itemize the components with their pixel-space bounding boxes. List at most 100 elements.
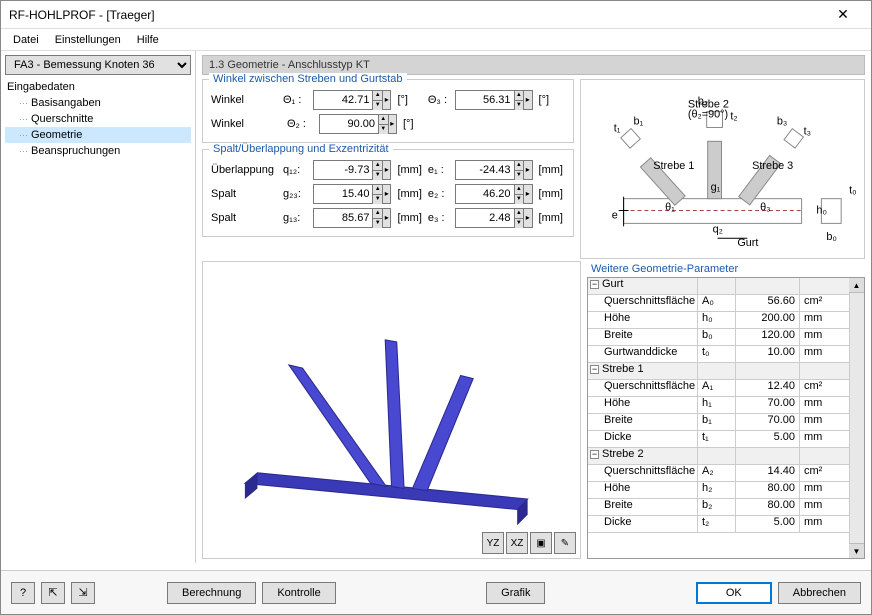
collapse-icon[interactable]: − xyxy=(590,280,599,289)
value-field[interactable] xyxy=(314,185,372,203)
section-header[interactable]: −Gurt xyxy=(588,278,849,295)
param-label: Breite xyxy=(588,329,698,345)
param-value: 200.00 xyxy=(736,312,800,328)
spin-extra-icon[interactable]: ▸ xyxy=(523,161,531,179)
menu-help[interactable]: Hilfe xyxy=(129,32,167,48)
spin-extra-icon[interactable]: ▸ xyxy=(382,91,390,109)
spin-down-icon[interactable]: ▼ xyxy=(514,101,524,110)
spin-extra-icon[interactable]: ▸ xyxy=(523,185,531,203)
help-icon[interactable]: ? xyxy=(11,582,35,604)
group-gap: Spalt/Überlappung und Exzentrizität Über… xyxy=(202,149,574,237)
value-field[interactable] xyxy=(320,115,378,133)
param-unit: mm xyxy=(800,516,849,532)
tree-item-geometrie[interactable]: Geometrie xyxy=(5,127,191,143)
graphic-button[interactable]: Grafik xyxy=(486,582,545,604)
param-symbol: t₂ xyxy=(698,516,736,532)
tree-item-querschnitte[interactable]: Querschnitte xyxy=(5,111,191,127)
section-header[interactable]: −Strebe 2 xyxy=(588,448,849,465)
value-field[interactable] xyxy=(314,91,372,109)
spin-input[interactable]: ▲▼▸ xyxy=(455,208,533,228)
scroll-down-icon[interactable]: ▼ xyxy=(849,543,864,558)
svg-text:θ₁: θ₁ xyxy=(665,202,675,214)
value-field[interactable] xyxy=(456,91,514,109)
spin-input[interactable]: ▲▼▸ xyxy=(313,208,391,228)
render-3d[interactable]: YZ XZ ▣ ✎ xyxy=(202,261,581,559)
view-tool-button[interactable]: ✎ xyxy=(554,532,576,554)
spin-input[interactable]: ▲▼▸ xyxy=(313,90,391,110)
ok-button[interactable]: OK xyxy=(696,582,772,604)
scroll-up-icon[interactable]: ▲ xyxy=(849,278,864,293)
spin-down-icon[interactable]: ▼ xyxy=(514,219,524,228)
spin-extra-icon[interactable]: ▸ xyxy=(523,209,531,227)
param-value: 70.00 xyxy=(736,414,800,430)
row-unit: [mm] xyxy=(395,212,423,224)
cancel-button[interactable]: Abbrechen xyxy=(778,582,861,604)
import-icon[interactable]: ⇲ xyxy=(71,582,95,604)
close-icon[interactable]: ✕ xyxy=(823,6,863,23)
params-table[interactable]: −GurtQuerschnittsflächeA₀56.60cm²Höheh₀2… xyxy=(587,277,865,559)
param-label: Dicke xyxy=(588,516,698,532)
spin-input[interactable]: ▲▼▸ xyxy=(455,160,533,180)
spin-input[interactable]: ▲▼▸ xyxy=(455,184,533,204)
spin-extra-icon[interactable]: ▸ xyxy=(388,115,396,133)
spin-down-icon[interactable]: ▼ xyxy=(378,125,388,134)
case-combo[interactable]: FA3 - Bemessung Knoten 36 xyxy=(5,55,191,75)
value-field[interactable] xyxy=(456,209,514,227)
value-field[interactable] xyxy=(456,161,514,179)
row-label: Winkel xyxy=(211,118,283,130)
view-yz-button[interactable]: YZ xyxy=(482,532,504,554)
spin-up-icon[interactable]: ▲ xyxy=(372,209,382,219)
param-unit: mm xyxy=(800,431,849,447)
spin-input[interactable]: ▲▼▸ xyxy=(313,184,391,204)
spin-up-icon[interactable]: ▲ xyxy=(514,185,524,195)
spin-up-icon[interactable]: ▲ xyxy=(372,185,382,195)
spin-down-icon[interactable]: ▼ xyxy=(372,171,382,180)
export-icon[interactable]: ⇱ xyxy=(41,582,65,604)
param-unit: cm² xyxy=(800,295,849,311)
param-label: Höhe xyxy=(588,482,698,498)
spin-down-icon[interactable]: ▼ xyxy=(514,171,524,180)
menu-file[interactable]: Datei xyxy=(5,32,47,48)
tree-item-basisangaben[interactable]: Basisangaben xyxy=(5,95,191,111)
tree-root[interactable]: Eingabedaten xyxy=(5,79,191,95)
spin-up-icon[interactable]: ▲ xyxy=(514,209,524,219)
spin-extra-icon[interactable]: ▸ xyxy=(523,91,531,109)
row-unit2: [°] xyxy=(537,94,565,106)
spin-up-icon[interactable]: ▲ xyxy=(514,161,524,171)
param-symbol: A₁ xyxy=(698,380,736,396)
menu-settings[interactable]: Einstellungen xyxy=(47,32,129,48)
check-button[interactable]: Kontrolle xyxy=(262,582,335,604)
spin-up-icon[interactable]: ▲ xyxy=(378,115,388,125)
spin-input[interactable]: ▲▼▸ xyxy=(319,114,397,134)
spin-extra-icon[interactable]: ▸ xyxy=(382,161,390,179)
view-iso-button[interactable]: ▣ xyxy=(530,532,552,554)
collapse-icon[interactable]: − xyxy=(590,365,599,374)
svg-text:b₂: b₂ xyxy=(698,96,708,108)
param-label: Höhe xyxy=(588,397,698,413)
calc-button[interactable]: Berechnung xyxy=(167,582,256,604)
param-label: Breite xyxy=(588,499,698,515)
param-unit: mm xyxy=(800,312,849,328)
spin-extra-icon[interactable]: ▸ xyxy=(382,185,390,203)
value-field[interactable] xyxy=(456,185,514,203)
collapse-icon[interactable]: − xyxy=(590,450,599,459)
view-xz-button[interactable]: XZ xyxy=(506,532,528,554)
value-field[interactable] xyxy=(314,161,372,179)
spin-input[interactable]: ▲▼▸ xyxy=(455,90,533,110)
spin-extra-icon[interactable]: ▸ xyxy=(382,209,390,227)
value-field[interactable] xyxy=(314,209,372,227)
param-label: Gurtwanddicke xyxy=(588,346,698,362)
param-unit: mm xyxy=(800,346,849,362)
spin-up-icon[interactable]: ▲ xyxy=(372,161,382,171)
spin-down-icon[interactable]: ▼ xyxy=(372,101,382,110)
spin-down-icon[interactable]: ▼ xyxy=(372,195,382,204)
spin-down-icon[interactable]: ▼ xyxy=(372,219,382,228)
scrollbar[interactable] xyxy=(849,278,864,558)
spin-down-icon[interactable]: ▼ xyxy=(514,195,524,204)
spin-input[interactable]: ▲▼▸ xyxy=(313,160,391,180)
tree-item-beanspruchungen[interactable]: Beanspruchungen xyxy=(5,143,191,159)
spin-up-icon[interactable]: ▲ xyxy=(514,91,524,101)
param-symbol: A₀ xyxy=(698,295,736,311)
spin-up-icon[interactable]: ▲ xyxy=(372,91,382,101)
section-header[interactable]: −Strebe 1 xyxy=(588,363,849,380)
